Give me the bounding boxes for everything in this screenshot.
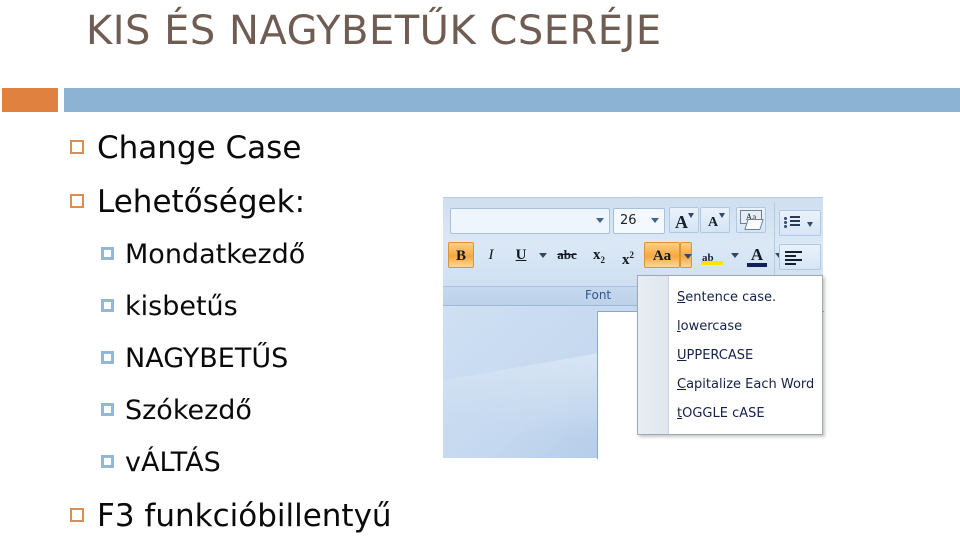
font-group-label: Font xyxy=(585,288,612,302)
list-item: Change Case xyxy=(0,126,470,176)
chevron-down-icon xyxy=(807,222,813,227)
page-title: KIS ÉS NAGYBETŰK CSERÉJE xyxy=(86,8,662,54)
chevron-down-icon xyxy=(596,218,604,223)
subscript-digit: 2 xyxy=(600,255,606,265)
title-divider xyxy=(0,88,960,112)
chevron-down-icon xyxy=(731,253,739,258)
list-item: Mondatkezdő xyxy=(0,234,470,282)
menu-item-capitalize-each-word[interactable]: Capitalize Each Word xyxy=(669,370,822,399)
change-case-dropdown-button[interactable] xyxy=(680,242,692,268)
chevron-down-icon xyxy=(684,254,692,259)
grow-font-icon: A xyxy=(675,212,688,232)
superscript-button[interactable]: x2 xyxy=(614,242,642,268)
superscript-digit: 2 xyxy=(629,250,635,260)
clear-formatting-button[interactable]: Aa xyxy=(736,207,766,233)
small-square-bullet-icon xyxy=(101,403,114,416)
divider-orange-block xyxy=(2,88,58,112)
grow-font-button[interactable]: A xyxy=(669,207,699,233)
align-left-button[interactable] xyxy=(779,244,821,270)
caret-down-icon xyxy=(719,213,725,218)
menu-item-label: OGGLE cASE xyxy=(682,406,765,421)
shrink-font-button[interactable]: A xyxy=(700,207,730,233)
menu-item-accel: U xyxy=(677,348,687,363)
menu-item-list: Sentence case. lowercase UPPERCASE Capit… xyxy=(669,276,822,434)
list-item-label: Lehetőségek: xyxy=(97,184,306,220)
menu-item-label: apitalize Each Word xyxy=(686,377,815,392)
small-square-bullet-icon xyxy=(101,299,114,312)
text-highlight-color-button[interactable]: ab xyxy=(698,242,728,268)
menu-item-label: PPERCASE xyxy=(686,348,754,363)
small-square-bullet-icon xyxy=(101,247,114,260)
small-square-bullet-icon xyxy=(101,351,114,364)
align-left-icon xyxy=(785,251,802,265)
font-name-combobox[interactable] xyxy=(450,208,610,234)
change-case-menu[interactable]: Sentence case. lowercase UPPERCASE Capit… xyxy=(637,275,823,435)
list-item-label: F3 funkcióbillentyű xyxy=(97,498,392,534)
divider-blue-bar xyxy=(64,88,960,112)
list-item-label: vÁLTÁS xyxy=(125,447,221,478)
font-format-toolbar: B I U abc x2 x2 Aa ab A xyxy=(448,242,788,268)
small-square-bullet-icon xyxy=(101,455,114,468)
menu-item-accel: C xyxy=(677,377,687,392)
menu-item-uppercase[interactable]: UPPERCASE xyxy=(669,341,822,370)
bulleted-list-button[interactable] xyxy=(779,210,821,236)
list-item-label: Mondatkezdő xyxy=(125,239,306,270)
hollow-square-bullet-icon xyxy=(70,508,84,522)
list-item: kisbetűs xyxy=(0,286,470,334)
eraser-icon xyxy=(744,219,764,230)
bullet-list-icon xyxy=(784,216,800,231)
list-item-label: NAGYBETŰS xyxy=(125,343,289,374)
text-highlight-dropdown-button[interactable] xyxy=(728,242,740,268)
highlight-ab-label: ab xyxy=(702,252,714,264)
bullet-list: Change Case Lehetőségek: Mondatkezdő kis… xyxy=(0,126,470,548)
list-item-label: Change Case xyxy=(97,130,302,166)
menu-icon-gutter xyxy=(638,276,669,434)
hollow-square-bullet-icon xyxy=(70,194,84,208)
change-case-button[interactable]: Aa xyxy=(644,242,680,268)
list-item-label: kisbetűs xyxy=(125,291,238,322)
list-item: NAGYBETŰS xyxy=(0,338,470,386)
menu-item-toggle-case[interactable]: tOGGLE cASE xyxy=(669,399,822,428)
subscript-button[interactable]: x2 xyxy=(585,242,613,268)
menu-item-lowercase[interactable]: lowercase xyxy=(669,312,822,341)
underline-button[interactable]: U xyxy=(508,242,534,268)
font-color-swatch xyxy=(747,263,767,267)
font-size-combobox[interactable]: 26 xyxy=(613,208,665,234)
bold-button[interactable]: B xyxy=(448,242,474,268)
word-ribbon-screenshot: 26 A A Aa B I U abc x2 x2 Aa ab A Font S… xyxy=(414,197,824,504)
highlight-color-swatch xyxy=(701,261,723,265)
list-item: Szókezdő xyxy=(0,390,470,438)
list-item: F3 funkcióbillentyű xyxy=(0,494,470,544)
italic-button[interactable]: I xyxy=(478,242,504,268)
chevron-down-icon xyxy=(651,218,659,223)
list-item-label: Szókezdő xyxy=(125,395,252,426)
menu-item-label: owercase xyxy=(680,319,743,334)
menu-item-sentence-case[interactable]: Sentence case. xyxy=(669,283,822,312)
font-size-value: 26 xyxy=(620,213,637,228)
list-item: vÁLTÁS xyxy=(0,442,470,490)
strikethrough-button[interactable]: abc xyxy=(552,242,582,268)
hollow-square-bullet-icon xyxy=(70,140,84,154)
chevron-down-icon xyxy=(539,253,547,258)
shrink-font-icon: A xyxy=(708,215,719,230)
underline-dropdown-button[interactable] xyxy=(536,242,548,268)
menu-item-label: entence case. xyxy=(685,290,777,305)
list-item: Lehetőségek: xyxy=(0,180,470,230)
caret-up-icon xyxy=(688,213,694,218)
